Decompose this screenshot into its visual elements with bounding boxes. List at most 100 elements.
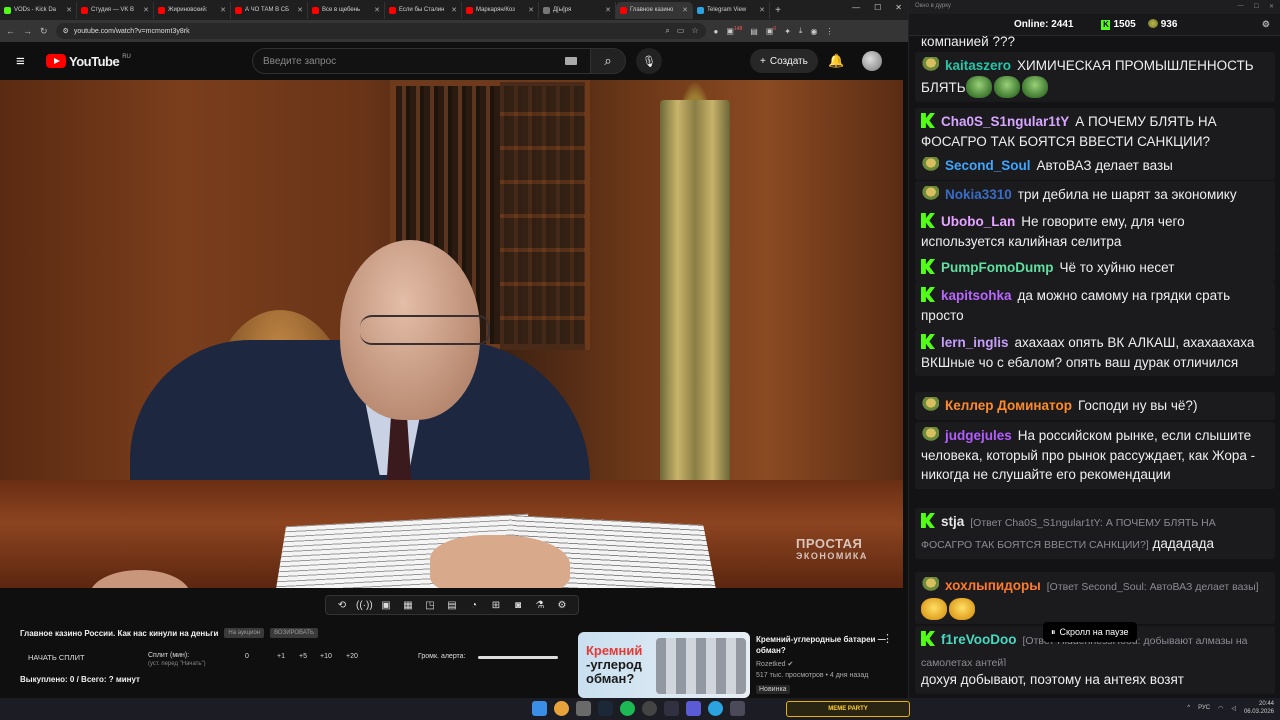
camera-icon[interactable]: ◙ bbox=[510, 600, 526, 611]
alert-volume-slider[interactable] bbox=[478, 656, 558, 659]
browser-tab[interactable]: А ЧО ТАМ В СБ ✕ bbox=[231, 1, 308, 19]
maximize-icon[interactable]: ☐ bbox=[874, 3, 881, 12]
chat-message[interactable]: judgejules На российском рынке, если слыш… bbox=[915, 422, 1275, 489]
maximize-icon[interactable]: ☐ bbox=[1254, 3, 1259, 11]
browser-tab[interactable]: Жириновский: ✕ bbox=[154, 1, 231, 19]
site-info-icon[interactable]: ⚙ bbox=[63, 27, 69, 35]
flask-icon[interactable]: ⚗ bbox=[532, 600, 548, 611]
split-add-10-button[interactable]: +10 bbox=[320, 653, 332, 660]
browser-tab[interactable]: Студия — VK В ✕ bbox=[77, 1, 154, 19]
speed-icon[interactable]: ◔ bbox=[466, 600, 482, 611]
tab-close-icon[interactable]: ✕ bbox=[220, 6, 226, 14]
url-input[interactable]: ⚙ youtube.com/watch?v=mcmomt3y8rk ⌕ ▭ ☆ bbox=[55, 23, 706, 39]
tab-close-icon[interactable]: ✕ bbox=[374, 6, 380, 14]
chat-username[interactable]: Second_Soul bbox=[945, 158, 1031, 173]
auction-chip[interactable]: На аукцион bbox=[224, 628, 265, 638]
chat-username[interactable]: PumpFomoDump bbox=[941, 260, 1054, 275]
translate-icon[interactable]: ⌕ bbox=[665, 26, 669, 36]
reload-icon[interactable]: ↻ bbox=[40, 26, 48, 37]
chat-messages[interactable]: компанией ??? kaitaszero ХИМИЧЕСКАЯ ПРОМЫШ… bbox=[909, 36, 1280, 698]
back-icon[interactable]: ← bbox=[6, 26, 15, 36]
chat-message[interactable]: lern_inglis ахахаах опять ВК АЛКАШ, ахаха… bbox=[915, 329, 1275, 376]
film-icon[interactable]: ▦ bbox=[400, 600, 416, 611]
more-options-icon[interactable]: ⋮ bbox=[882, 632, 893, 645]
split-add-1-button[interactable]: +1 bbox=[277, 653, 285, 660]
clock[interactable]: 20:44 06.03.2026 bbox=[1244, 700, 1274, 716]
browser-tab[interactable]: Telegram View ✕ bbox=[693, 1, 770, 19]
avatar[interactable] bbox=[862, 51, 882, 71]
chat-message[interactable]: Cha0S_S1ngular1tY А ПОЧЕМУ БЛЯТЬ НА ФОСАГ… bbox=[915, 108, 1275, 155]
search-input[interactable]: Введите запрос bbox=[252, 48, 592, 74]
tab-close-icon[interactable]: ✕ bbox=[66, 6, 72, 14]
chat-message[interactable]: stja [Ответ Cha0S_S1ngular1tY: А ПОЧЕМУ Б… bbox=[915, 508, 1275, 559]
profile-icon[interactable]: ◉ bbox=[810, 27, 817, 36]
close-icon[interactable]: ✕ bbox=[895, 3, 902, 12]
chat-username[interactable]: Nokia3310 bbox=[945, 187, 1012, 202]
scroll-paused-button[interactable]: ⏸ Скролл на паузе bbox=[1043, 622, 1137, 642]
browser-tab[interactable]: Все в щебень ✕ bbox=[308, 1, 385, 19]
browser-tab[interactable]: Д[ы]ря ✕ bbox=[539, 1, 616, 19]
browser-tab[interactable]: Главное казино ✕ bbox=[616, 1, 693, 19]
chat-username[interactable]: хохлыпидоры bbox=[945, 578, 1041, 593]
split-add-20-button[interactable]: +20 bbox=[346, 653, 358, 660]
app-icon[interactable] bbox=[730, 701, 745, 716]
split-value-0[interactable]: 0 bbox=[245, 653, 249, 660]
chat-username[interactable]: kaitaszero bbox=[945, 58, 1011, 73]
screen-record-icon[interactable]: ▣ bbox=[378, 600, 394, 611]
network-icon[interactable]: ◠ bbox=[1218, 705, 1223, 712]
chat-username[interactable]: Cha0S_S1ngular1tY bbox=[941, 114, 1069, 129]
cast-icon[interactable]: ▭ bbox=[677, 26, 685, 36]
minimize-icon[interactable]: — bbox=[1238, 3, 1244, 11]
loop-icon[interactable]: ⟲ bbox=[334, 600, 350, 611]
chat-message[interactable]: PumpFomoDump Чё то хуйню несет bbox=[915, 254, 1275, 282]
picture-in-picture-icon[interactable]: ◳ bbox=[422, 600, 438, 611]
chat-username[interactable]: stja bbox=[941, 514, 964, 529]
chrome-icon[interactable] bbox=[554, 701, 569, 716]
meme-party-widget[interactable]: MEME PARTY bbox=[786, 701, 910, 717]
create-button[interactable]: + Создать bbox=[750, 49, 818, 73]
tab-close-icon[interactable]: ✕ bbox=[605, 6, 611, 14]
recommended-title[interactable]: Кремний-углеродные батареи — обман? bbox=[756, 634, 886, 656]
add-icon[interactable]: ⊞ bbox=[488, 600, 504, 611]
search-button[interactable]: ⌕ bbox=[590, 48, 626, 74]
volume-icon[interactable]: ◁ bbox=[1231, 705, 1236, 712]
media-player-icon[interactable] bbox=[686, 701, 701, 716]
download-icon[interactable]: ⤓ bbox=[799, 26, 803, 36]
voice-search-button[interactable]: 🎙 bbox=[636, 48, 662, 74]
chat-message[interactable]: kaitaszero ХИМИЧЕСКАЯ ПРОМЫШЛЕННОСТЬ БЛЯТ… bbox=[915, 52, 1275, 102]
new-tab-icon[interactable]: + bbox=[770, 5, 786, 16]
language-indicator[interactable]: РУС bbox=[1198, 705, 1210, 711]
chat-username[interactable]: f1reVooDoo bbox=[941, 632, 1017, 647]
hamburger-menu-icon[interactable]: ≡ bbox=[16, 53, 42, 70]
browser-tab[interactable]: Если бы Сталин ✕ bbox=[385, 1, 462, 19]
recommended-video[interactable]: Кремний -углерод обман? Кремний-углеродн… bbox=[578, 632, 898, 698]
file-explorer-icon[interactable] bbox=[576, 701, 591, 716]
chat-settings-icon[interactable]: ⚙ bbox=[1262, 19, 1270, 30]
steam-icon[interactable] bbox=[598, 701, 613, 716]
keyboard-icon[interactable] bbox=[565, 57, 577, 65]
tab-close-icon[interactable]: ✕ bbox=[759, 6, 765, 14]
chat-username[interactable]: Келлер Доминатор bbox=[945, 398, 1072, 413]
chat-message[interactable]: Nokia3310 три дебила не шарят за экономик… bbox=[915, 181, 1275, 209]
spotify-icon[interactable] bbox=[620, 701, 635, 716]
tab-close-icon[interactable]: ✕ bbox=[528, 6, 534, 14]
menu-icon[interactable]: ⋮ bbox=[825, 27, 833, 36]
close-icon[interactable]: ✕ bbox=[1269, 3, 1274, 11]
chat-message[interactable]: дохуя добывают, поэтому на антеях возят bbox=[915, 666, 1275, 694]
split-add-5-button[interactable]: +5 bbox=[299, 653, 307, 660]
tab-close-icon[interactable]: ✕ bbox=[682, 6, 688, 14]
extension-badge-icon[interactable]: ▣0 bbox=[766, 26, 776, 36]
obs-icon[interactable] bbox=[642, 701, 657, 716]
tray-chevron-icon[interactable]: ^ bbox=[1187, 705, 1190, 711]
recommended-channel[interactable]: Rozetked ✔ bbox=[756, 660, 793, 668]
notifications-bell-icon[interactable]: 🔔 bbox=[828, 53, 844, 69]
chat-username[interactable]: Ubobo_Lan bbox=[941, 214, 1015, 229]
browser-tab[interactable]: VODs - Kick Da ✕ bbox=[0, 1, 77, 19]
youtube-logo[interactable]: YouTube RU bbox=[46, 54, 131, 69]
chat-username[interactable]: judgejules bbox=[945, 428, 1012, 443]
puzzle-icon[interactable]: ✦ bbox=[784, 27, 791, 36]
chat-message[interactable]: хохлыпидоры [Ответ Second_Soul: АвтоВАЗ д… bbox=[915, 572, 1275, 624]
chat-username[interactable]: kapitsohka bbox=[941, 288, 1012, 303]
chat-message[interactable]: Ubobo_Lan Не говорите ему, для чего испол… bbox=[915, 208, 1275, 255]
tab-close-icon[interactable]: ✕ bbox=[143, 6, 149, 14]
